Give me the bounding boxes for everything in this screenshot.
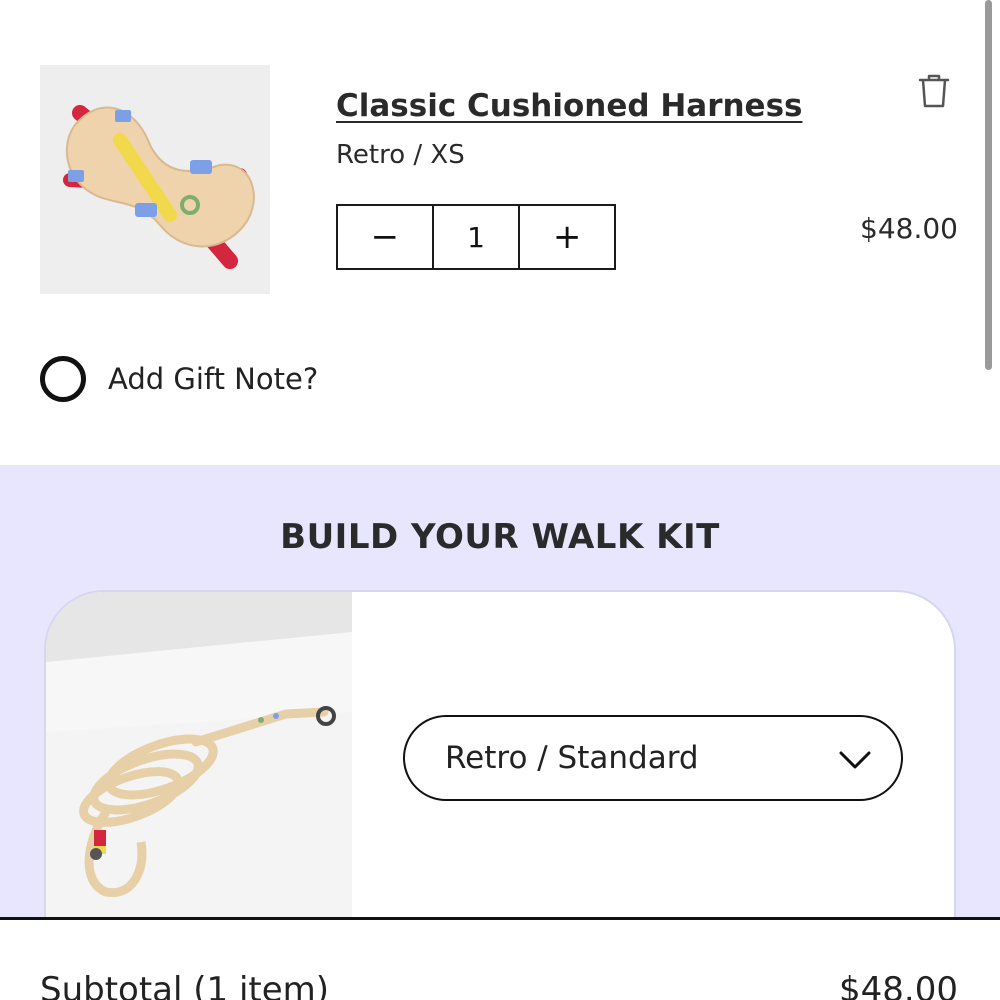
variant-select-value: Retro / Standard [445, 740, 699, 776]
variant-select[interactable]: Retro / Standard [403, 715, 903, 801]
decrement-button[interactable]: − [338, 206, 432, 268]
gift-note-option[interactable]: Add Gift Note? [40, 356, 318, 402]
walk-kit-section: BUILD YOUR WALK KIT Retro / Standard [0, 465, 1000, 918]
walk-kit-heading: BUILD YOUR WALK KIT [280, 517, 720, 557]
scrollbar[interactable] [985, 0, 992, 370]
product-variant: Retro / XS [336, 140, 465, 170]
harness-product-image[interactable] [40, 65, 270, 294]
radio-circle-icon[interactable] [40, 356, 86, 402]
increment-button[interactable]: + [520, 206, 614, 268]
chevron-down-icon [837, 745, 873, 773]
product-title-link[interactable]: Classic Cushioned Harness [336, 88, 802, 124]
quantity-stepper: − 1 + [336, 204, 616, 270]
cart-summary: Subtotal (1 item) $48.00 [0, 917, 1000, 1000]
gift-note-label: Add Gift Note? [108, 362, 319, 396]
trash-icon[interactable] [914, 70, 954, 110]
quantity-value[interactable]: 1 [431, 206, 521, 268]
item-price: $48.00 [860, 212, 958, 245]
walk-kit-card: Retro / Standard [44, 590, 956, 918]
leash-product-image[interactable] [46, 592, 352, 918]
subtotal-label: Subtotal (1 item) [40, 970, 330, 1000]
subtotal-value: $48.00 [839, 970, 958, 1000]
cart-item: Classic Cushioned Harness Retro / XS − 1… [0, 0, 1000, 465]
